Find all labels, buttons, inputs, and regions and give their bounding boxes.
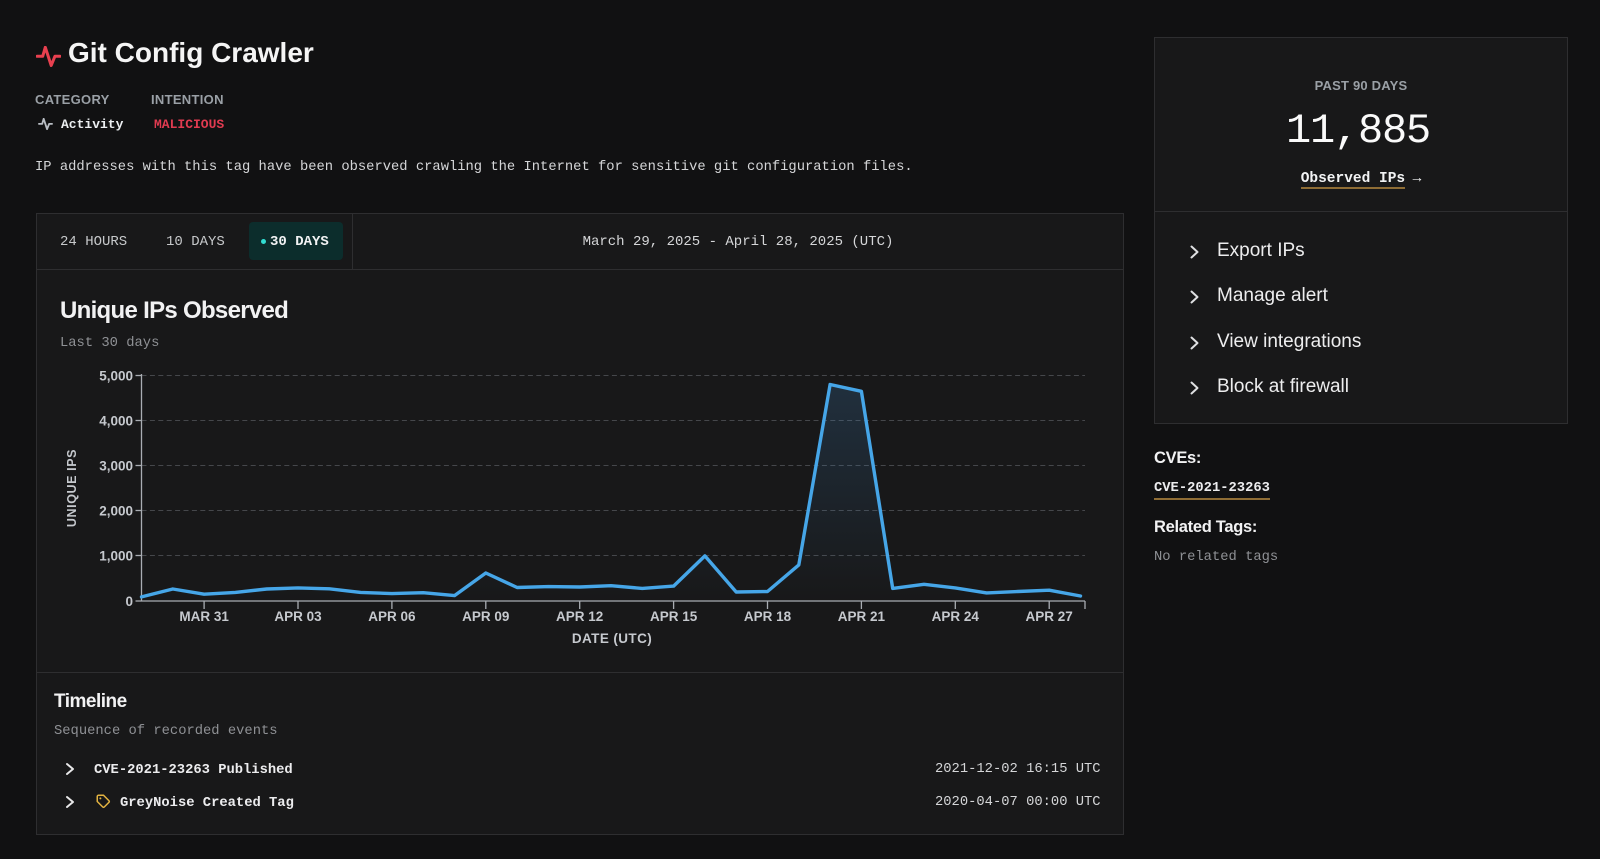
svg-text:APR 21: APR 21 [838,609,886,624]
svg-text:MAR 31: MAR 31 [179,609,229,624]
svg-text:UNIQUE IPS: UNIQUE IPS [65,449,79,527]
svg-text:DATE (UTC): DATE (UTC) [572,631,652,646]
svg-text:5,000: 5,000 [99,369,133,384]
svg-text:APR 18: APR 18 [744,609,792,624]
svg-text:2,000: 2,000 [99,504,133,519]
svg-text:APR 09: APR 09 [462,609,509,624]
svg-text:1,000: 1,000 [99,549,133,564]
svg-text:APR 27: APR 27 [1026,609,1073,624]
svg-text:APR 24: APR 24 [932,609,980,624]
svg-text:0: 0 [125,594,133,609]
svg-text:APR 12: APR 12 [556,609,603,624]
svg-text:APR 15: APR 15 [650,609,698,624]
svg-text:APR 06: APR 06 [368,609,416,624]
svg-text:APR 03: APR 03 [274,609,322,624]
svg-text:4,000: 4,000 [99,414,133,429]
svg-text:3,000: 3,000 [99,459,133,474]
